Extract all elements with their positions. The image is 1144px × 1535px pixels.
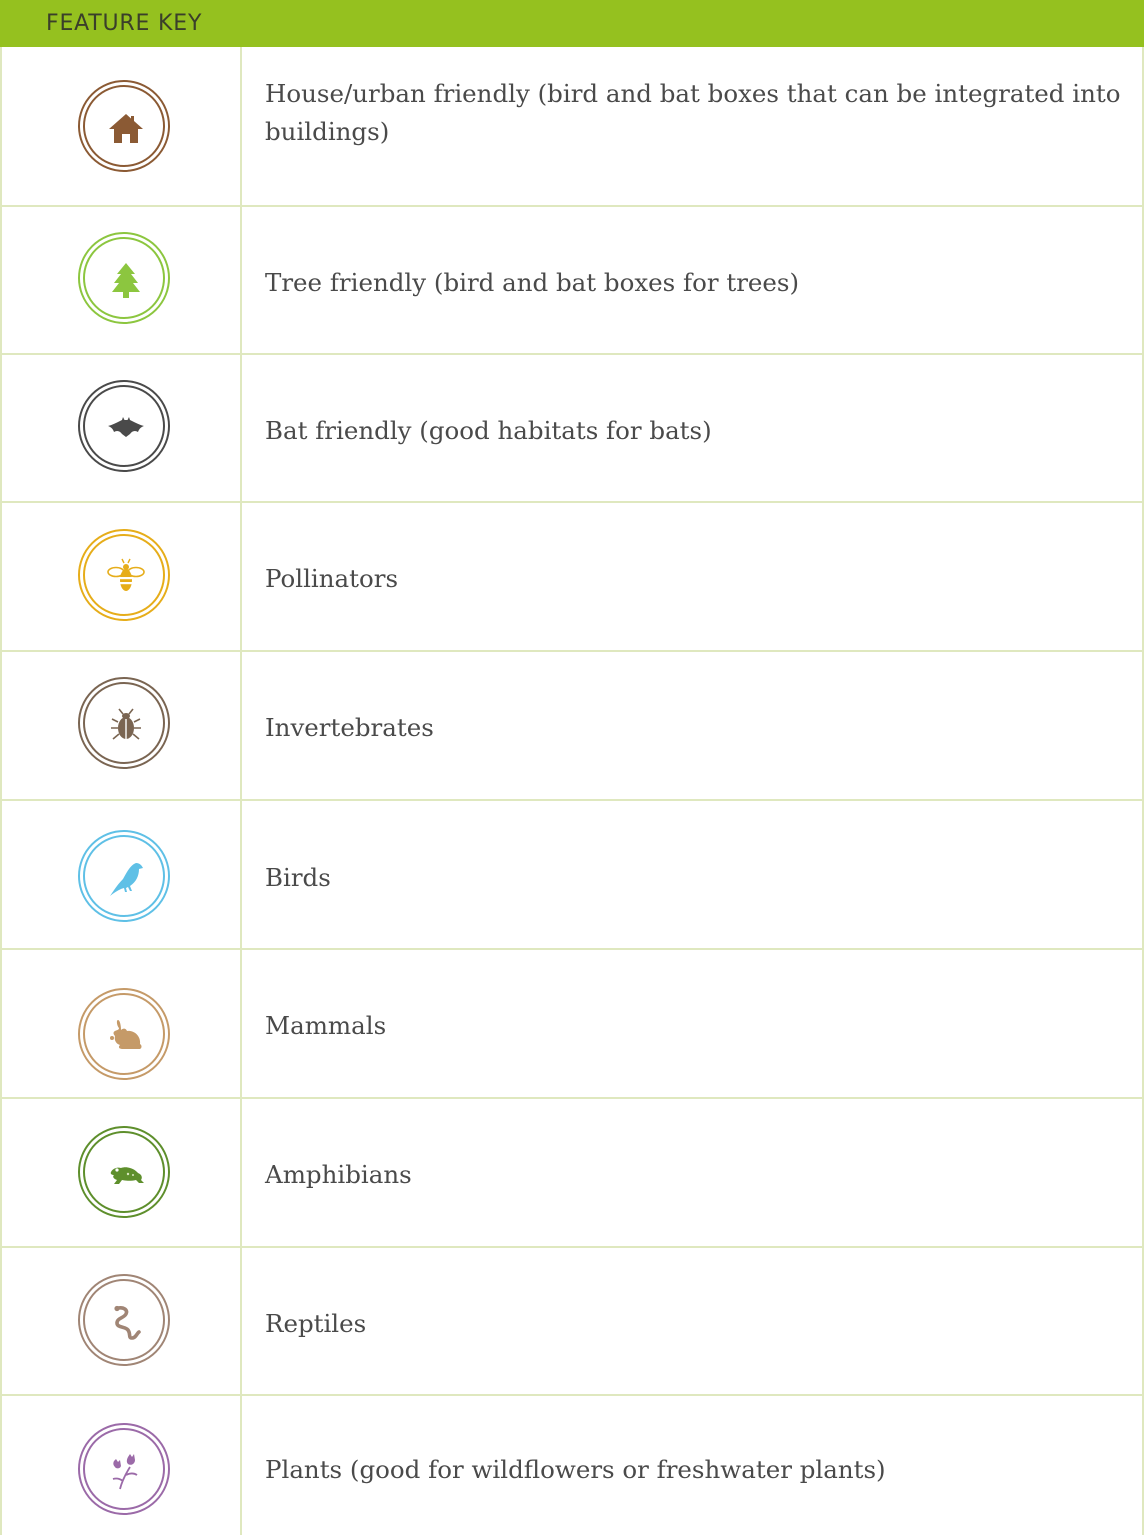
rabbit-icon [78,988,170,1080]
feature-row-tree: Tree friendly (bird and bat boxes for tr… [0,207,1144,353]
feature-label: Invertebrates [265,713,434,742]
feature-row-plants: Plants (good for wildflowers or freshwat… [0,1396,1144,1535]
house-icon [78,80,170,172]
feature-row-house: House/urban friendly (bird and bat boxes… [0,47,1144,205]
icon-cell [0,47,241,205]
feature-row-birds: Birds [0,801,1144,948]
icon-cell [0,801,241,948]
icon-cell [0,1248,241,1394]
feature-row-mammals: Mammals [0,950,1144,1097]
feature-label: House/urban friendly (bird and bat boxes… [265,79,1121,146]
beetle-icon [78,677,170,769]
feature-label: Plants (good for wildflowers or freshwat… [265,1455,886,1484]
bee-icon [78,529,170,621]
icon-cell [0,1396,241,1535]
feature-row-pollinators: Pollinators [0,503,1144,650]
icon-cell [0,652,241,799]
frog-icon [78,1126,170,1218]
icon-cell [0,503,241,650]
feature-label: Amphibians [265,1160,412,1189]
feature-row-amphibians: Amphibians [0,1099,1144,1246]
icon-cell [0,1099,241,1246]
tree-icon [78,232,170,324]
feature-label: Reptiles [265,1309,367,1338]
bat-icon [78,380,170,472]
icon-cell [0,207,241,353]
feature-label: Tree friendly (bird and bat boxes for tr… [265,268,800,297]
feature-label: Pollinators [265,564,399,593]
icon-cell [0,950,241,1097]
snake-icon [78,1274,170,1366]
feature-row-reptiles: Reptiles [0,1248,1144,1394]
feature-label: Bat friendly (good habitats for bats) [265,416,712,445]
feature-row-invertebrates: Invertebrates [0,652,1144,799]
feature-label: Mammals [265,1011,387,1040]
header-title: FEATURE KEY [46,11,203,36]
table-header: FEATURE KEY [0,0,1144,47]
bird-icon [78,830,170,922]
feature-row-bat: Bat friendly (good habitats for bats) [0,355,1144,501]
flower-icon [78,1423,170,1515]
icon-cell [0,355,241,501]
feature-label: Birds [265,863,331,892]
feature-key-table: FEATURE KEY House/urban friendly (bird a… [0,0,1144,1535]
